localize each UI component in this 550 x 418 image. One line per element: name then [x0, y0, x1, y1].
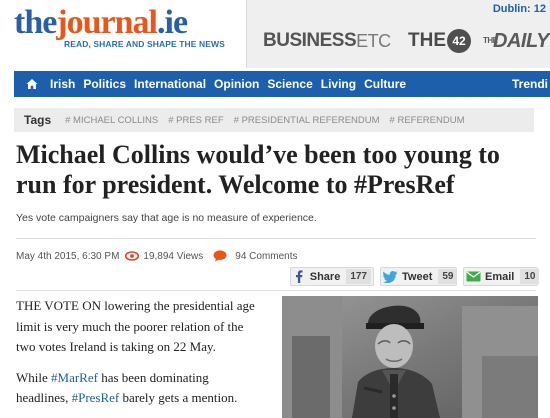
- home-icon[interactable]: [22, 71, 42, 97]
- divider: [16, 238, 536, 239]
- article-title: Michael Collins would’ve been too young …: [16, 140, 500, 199]
- article-photo[interactable]: [282, 296, 538, 418]
- site-logo[interactable]: thejournal.ie READ, SHARE AND SHAPE THE …: [14, 4, 225, 50]
- article-paragraph: THE VOTE ON lowering the presidential ag…: [16, 298, 255, 354]
- tags-bar: Tags # MICHAEL COLLINS # PRES REF # PRES…: [14, 108, 534, 132]
- tag-link[interactable]: # MICHAEL COLLINS: [65, 115, 158, 126]
- article-meta: May 4th 2015, 6:30 PM 19,894 Views 94 Co…: [16, 249, 298, 263]
- article-paragraph: While #MarRef has been dominating headli…: [16, 369, 238, 406]
- tag-link[interactable]: # PRESIDENTIAL REFERENDUM: [234, 115, 380, 126]
- comment-bubble-icon[interactable]: [213, 250, 227, 262]
- facebook-share-button[interactable]: Share 177: [290, 267, 374, 286]
- nav-item-science[interactable]: Science: [267, 77, 312, 91]
- article-date: May 4th 2015, 6:30 PM: [16, 250, 120, 262]
- email-icon: [466, 268, 481, 285]
- the42-link[interactable]: THE 42: [408, 28, 471, 54]
- site-header: thejournal.ie READ, SHARE AND SHAPE THE …: [0, 0, 550, 68]
- hashtag-link[interactable]: #MarRef: [51, 370, 98, 385]
- logo-wordmark: thejournal.ie: [14, 4, 188, 41]
- email-share-button[interactable]: Email 10: [463, 267, 540, 286]
- nav-item-opinion[interactable]: Opinion: [214, 77, 259, 91]
- network-bar: Dublin: 12 BUSINESS ETC THE 42 THE DAILY: [246, 0, 550, 68]
- eye-icon: [125, 251, 140, 261]
- tag-link[interactable]: # PRES REF: [168, 115, 223, 126]
- comments-link[interactable]: 94 Comments: [235, 251, 297, 262]
- twitter-share-button[interactable]: Tweet 59: [380, 267, 458, 286]
- email-share-count: 10: [520, 269, 540, 284]
- article-subtitle: Yes vote campaigners say that age is no …: [16, 212, 317, 224]
- facebook-icon: [293, 268, 306, 285]
- nav-item-culture[interactable]: Culture: [364, 77, 406, 91]
- twitter-icon: [383, 268, 398, 285]
- twitter-share-label: Tweet: [402, 270, 433, 283]
- email-share-label: Email: [485, 270, 515, 283]
- facebook-share-count: 177: [346, 269, 371, 284]
- article-body: THE VOTE ON lowering the presidential ag…: [16, 296, 262, 418]
- tags-label: Tags: [24, 113, 52, 127]
- nav-item-international[interactable]: International: [134, 77, 206, 91]
- logo-tagline: READ, SHARE AND SHAPE THE NEWS: [64, 39, 225, 49]
- nav-item-irish[interactable]: Irish: [50, 77, 75, 91]
- main-nav: Irish Politics International Opinion Sci…: [14, 71, 550, 97]
- daily-edge-link[interactable]: THE DAILY: [483, 28, 550, 54]
- view-count: 19,894 Views: [143, 250, 204, 262]
- divider: [16, 290, 536, 291]
- nav-item-trending[interactable]: Trendi: [512, 71, 548, 97]
- twitter-share-count: 59: [438, 269, 458, 284]
- michael-collins-photo: [282, 296, 538, 418]
- nav-item-living[interactable]: Living: [321, 77, 356, 91]
- business-etc-link[interactable]: BUSINESS ETC: [263, 28, 391, 54]
- tag-link[interactable]: # REFERENDUM: [390, 115, 465, 126]
- facebook-share-label: Share: [309, 270, 341, 283]
- nav-item-politics[interactable]: Politics: [83, 77, 126, 91]
- weather-location[interactable]: Dublin: 12: [493, 3, 546, 15]
- hashtag-link[interactable]: #PresRef: [72, 390, 120, 405]
